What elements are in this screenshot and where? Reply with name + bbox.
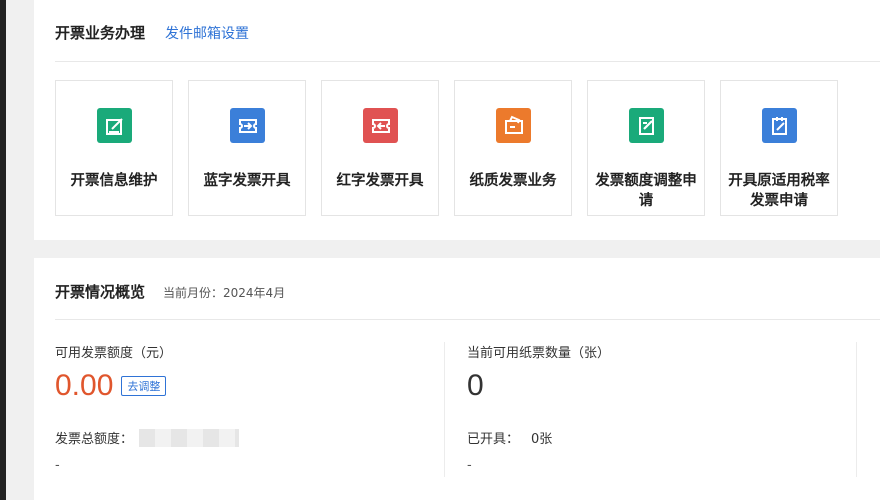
divider xyxy=(55,319,880,320)
available-quota-label: 可用发票额度（元） xyxy=(55,346,173,361)
column-separator xyxy=(856,342,857,477)
tile-label: 发票额度调整申请 xyxy=(595,173,697,209)
total-quota-label: 发票总额度： xyxy=(55,432,134,447)
quota-dash: - xyxy=(55,458,60,473)
edit-box-icon xyxy=(97,108,132,143)
tile-paper-invoice[interactable]: 纸质发票业务 xyxy=(454,80,572,216)
tile-label: 红字发票开具 xyxy=(336,173,424,189)
paper-count-stat: 当前可用纸票数量（张） 0 xyxy=(467,342,610,403)
tile-invoice-info-maintenance[interactable]: 开票信息维护 xyxy=(55,80,173,216)
issued-value: 0张 xyxy=(531,432,553,447)
tile-label: 纸质发票业务 xyxy=(469,173,557,189)
paper-invoice-icon xyxy=(496,108,531,143)
adjust-button[interactable]: 去调整 xyxy=(121,376,167,396)
blue-invoice-icon xyxy=(230,108,265,143)
overview-title: 开票情况概览 xyxy=(55,283,146,301)
divider xyxy=(55,61,880,62)
available-quota-stat: 可用发票额度（元） 0.00 去调整 xyxy=(55,342,172,403)
tile-label: 开票信息维护 xyxy=(70,173,158,189)
tax-rate-apply-icon xyxy=(762,108,797,143)
total-quota: 发票总额度： xyxy=(55,428,240,447)
business-panel: 开票业务办理 发件邮箱设置 开票信息维护 蓝字发票开具 红字发票开具 纸质发票业… xyxy=(34,0,880,240)
tile-red-invoice[interactable]: 红字发票开具 xyxy=(321,80,439,216)
overview-panel: 开票情况概览 当前月份：2024年4月 可用发票额度（元） 0.00 去调整 发… xyxy=(34,258,880,500)
business-tiles: 开票信息维护 蓝字发票开具 红字发票开具 纸质发票业务 发票额度调整申请 开具原… xyxy=(55,80,838,216)
column-separator xyxy=(444,342,445,477)
tile-tax-rate-apply[interactable]: 开具原适用税率发票申请 xyxy=(720,80,838,216)
business-title: 开票业务办理 xyxy=(55,24,146,42)
paper-count-value: 0 xyxy=(467,369,484,402)
tile-label: 开具原适用税率发票申请 xyxy=(728,173,830,209)
tile-label: 蓝字发票开具 xyxy=(203,173,291,189)
paper-count-label: 当前可用纸票数量（张） xyxy=(467,346,611,361)
paper-dash: - xyxy=(467,458,472,473)
tile-blue-invoice[interactable]: 蓝字发票开具 xyxy=(188,80,306,216)
issued-label: 已开具： xyxy=(467,432,520,447)
issued-count: 已开具： 0张 xyxy=(467,428,552,447)
quota-adjust-icon xyxy=(629,108,664,143)
left-sidebar-edge xyxy=(0,0,6,500)
available-quota-value: 0.00 xyxy=(55,369,114,402)
overview-header: 开票情况概览 当前月份：2024年4月 xyxy=(55,281,285,302)
red-invoice-icon xyxy=(363,108,398,143)
business-header: 开票业务办理 发件邮箱设置 xyxy=(55,22,249,43)
current-month: 当前月份：2024年4月 xyxy=(163,286,286,300)
redacted-value xyxy=(139,428,240,447)
tile-quota-adjust[interactable]: 发票额度调整申请 xyxy=(587,80,705,216)
email-settings-link[interactable]: 发件邮箱设置 xyxy=(165,23,249,43)
